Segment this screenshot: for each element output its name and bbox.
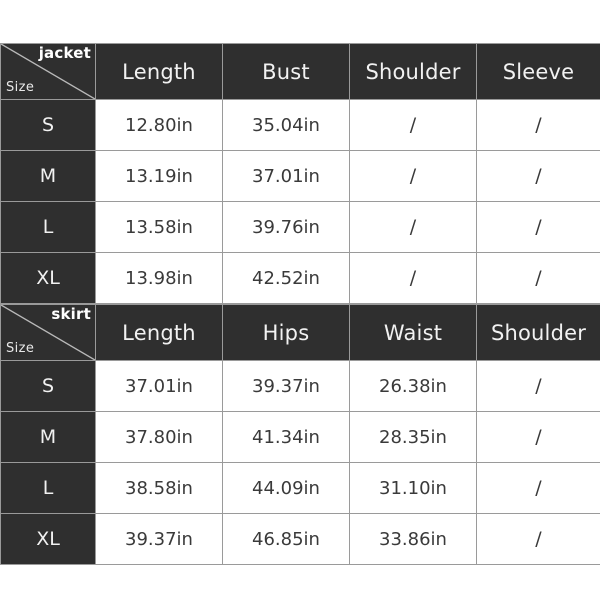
cell-value: / [476, 462, 600, 514]
size-label-m: M [0, 150, 96, 202]
corner-header-skirt: skirt Size [0, 304, 96, 361]
table-row: XL 13.98in 42.52in / / [0, 252, 600, 304]
cell-value: 37.80in [95, 411, 223, 463]
column-header-sleeve: Sleeve [476, 43, 600, 100]
cell-value: 46.85in [222, 513, 350, 565]
cell-value: 42.52in [222, 252, 350, 304]
column-header-hips: Hips [222, 304, 350, 361]
cell-value: / [349, 252, 477, 304]
size-label-m: M [0, 411, 96, 463]
column-header-length: Length [95, 304, 223, 361]
cell-value: 39.37in [95, 513, 223, 565]
cell-value: / [476, 360, 600, 412]
cell-value: 37.01in [95, 360, 223, 412]
column-header-shoulder: Shoulder [349, 43, 477, 100]
cell-value: / [476, 513, 600, 565]
cell-value: / [476, 411, 600, 463]
column-header-waist: Waist [349, 304, 477, 361]
size-table-skirt: skirt Size Length Hips Waist Shoulder S … [0, 304, 600, 565]
cell-value: / [349, 99, 477, 151]
cell-value: / [476, 201, 600, 253]
corner-size-label: Size [6, 341, 35, 356]
table-row: S 12.80in 35.04in / / [0, 99, 600, 151]
cell-value: / [349, 201, 477, 253]
cell-value: / [476, 252, 600, 304]
cell-value: 13.58in [95, 201, 223, 253]
cell-value: 28.35in [349, 411, 477, 463]
table-row: XL 39.37in 46.85in 33.86in / [0, 513, 600, 565]
cell-value: / [349, 150, 477, 202]
table-row: S 37.01in 39.37in 26.38in / [0, 360, 600, 412]
cell-value: 39.37in [222, 360, 350, 412]
table-row: M 37.80in 41.34in 28.35in / [0, 411, 600, 463]
corner-category-label: jacket [38, 44, 91, 62]
cell-value: 37.01in [222, 150, 350, 202]
cell-value: 13.19in [95, 150, 223, 202]
corner-category-label: skirt [51, 305, 91, 323]
cell-value: 26.38in [349, 360, 477, 412]
size-label-xl: XL [0, 252, 96, 304]
corner-header-jacket: jacket Size [0, 43, 96, 100]
cell-value: / [476, 99, 600, 151]
corner-size-label: Size [6, 80, 35, 95]
cell-value: 13.98in [95, 252, 223, 304]
size-label-l: L [0, 201, 96, 253]
header-row: jacket Size Length Bust Shoulder Sleeve [0, 43, 600, 100]
header-row: skirt Size Length Hips Waist Shoulder [0, 304, 600, 361]
cell-value: 38.58in [95, 462, 223, 514]
size-label-xl: XL [0, 513, 96, 565]
column-header-bust: Bust [222, 43, 350, 100]
cell-value: 35.04in [222, 99, 350, 151]
table-row: L 38.58in 44.09in 31.10in / [0, 462, 600, 514]
cell-value: 41.34in [222, 411, 350, 463]
table-row: M 13.19in 37.01in / / [0, 150, 600, 202]
cell-value: 31.10in [349, 462, 477, 514]
column-header-length: Length [95, 43, 223, 100]
size-label-s: S [0, 99, 96, 151]
cell-value: 44.09in [222, 462, 350, 514]
table-row: L 13.58in 39.76in / / [0, 201, 600, 253]
size-label-l: L [0, 462, 96, 514]
cell-value: / [476, 150, 600, 202]
cell-value: 39.76in [222, 201, 350, 253]
size-chart-sheet: jacket Size Length Bust Shoulder Sleeve … [0, 43, 600, 565]
column-header-shoulder: Shoulder [476, 304, 600, 361]
size-label-s: S [0, 360, 96, 412]
size-table-jacket: jacket Size Length Bust Shoulder Sleeve … [0, 43, 600, 304]
cell-value: 12.80in [95, 99, 223, 151]
cell-value: 33.86in [349, 513, 477, 565]
